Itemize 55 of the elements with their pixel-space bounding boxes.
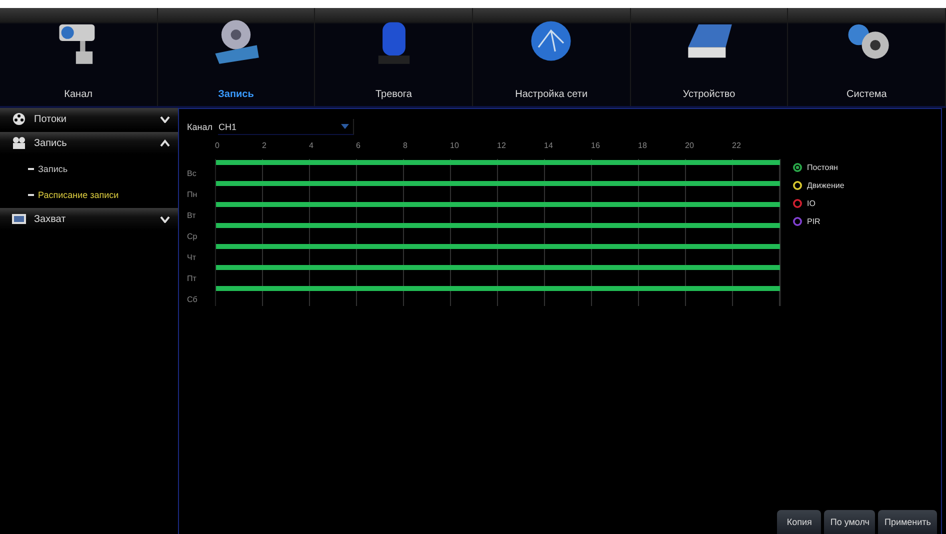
hour-label: 2 <box>262 140 268 152</box>
schedule-track[interactable] <box>215 180 781 201</box>
caret-icon <box>341 124 350 129</box>
legend-option[interactable]: Постоян <box>793 163 844 172</box>
day-label: Пт <box>187 273 198 285</box>
action-button[interactable]: Применить <box>878 510 937 534</box>
sidebar-item[interactable]: Расписание записи <box>38 185 119 205</box>
action-button[interactable]: По умолч <box>824 510 876 534</box>
menu-tab[interactable]: Система <box>788 8 946 106</box>
hour-label: 18 <box>638 140 648 152</box>
hour-label: 14 <box>544 140 554 152</box>
day-label: Вт <box>187 210 197 222</box>
menu-tab[interactable]: Запись <box>158 8 316 106</box>
hour-label: 4 <box>309 140 314 152</box>
sidebar-section[interactable]: Захват <box>0 208 178 230</box>
chevron-icon <box>160 115 170 123</box>
section-icon <box>12 136 26 150</box>
legend-option[interactable]: Движение <box>793 181 844 190</box>
menu-tab[interactable]: Канал <box>0 8 158 106</box>
section-icon <box>12 112 26 126</box>
schedule-track[interactable] <box>215 285 781 306</box>
day-label: Ср <box>187 231 198 243</box>
menu-tab[interactable]: Настройка сети <box>473 8 631 106</box>
hour-label: 22 <box>732 140 742 152</box>
sidebar-item[interactable]: Запись <box>38 159 68 179</box>
day-label: Вс <box>187 168 198 180</box>
schedule-track[interactable] <box>215 222 781 243</box>
chevron-icon <box>160 139 170 147</box>
legend-option[interactable]: IO <box>793 199 844 208</box>
channel-label: Канал <box>187 122 212 132</box>
schedule-track[interactable] <box>215 243 781 264</box>
hour-label: 20 <box>685 140 695 152</box>
chevron-icon <box>160 215 170 223</box>
legend-option[interactable]: PIR <box>793 217 844 226</box>
dash-icon <box>28 194 34 196</box>
schedule-track[interactable] <box>215 159 781 180</box>
section-icon <box>12 212 26 226</box>
day-label: Чт <box>187 252 197 264</box>
hour-label: 16 <box>591 140 601 152</box>
schedule-track[interactable] <box>215 201 781 222</box>
dash-icon <box>28 168 34 170</box>
day-label: Сб <box>187 294 198 306</box>
hour-label: 0 <box>215 140 220 152</box>
hour-label: 8 <box>403 140 408 152</box>
channel-dropdown[interactable]: CH1 <box>218 119 354 135</box>
sidebar-section[interactable]: Потоки <box>0 108 178 130</box>
hour-label: 6 <box>356 140 362 152</box>
schedule-track[interactable] <box>215 264 781 285</box>
menu-tab[interactable]: Устройство <box>630 8 788 106</box>
menu-tab[interactable]: Тревога <box>315 8 474 106</box>
hour-label: 12 <box>497 140 507 152</box>
action-button[interactable]: Копия <box>777 510 822 534</box>
day-label: Пн <box>187 189 198 201</box>
sidebar-section[interactable]: Запись <box>0 132 178 154</box>
hour-label: 10 <box>450 140 460 152</box>
